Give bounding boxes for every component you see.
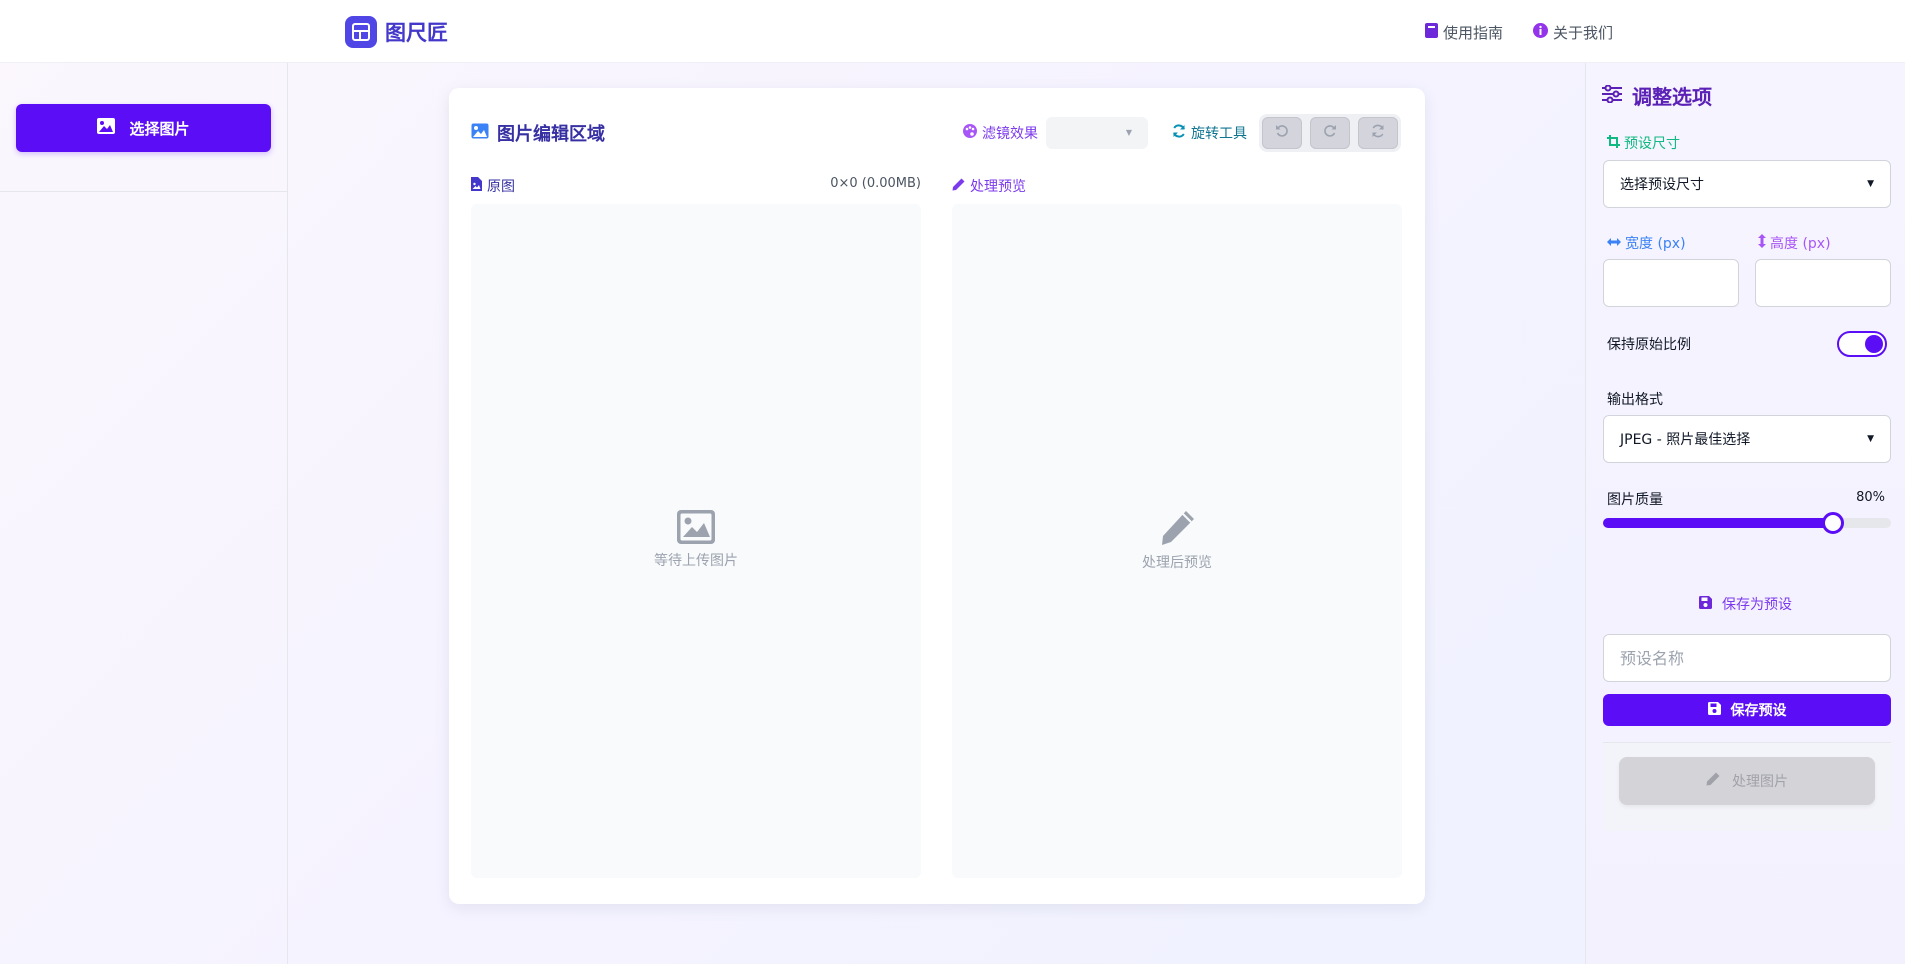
preview-label-text: 处理预览 <box>970 179 1026 195</box>
logo-grid-icon <box>345 16 377 48</box>
options-title-text: 调整选项 <box>1632 85 1712 109</box>
select-image-label: 选择图片 <box>129 119 190 138</box>
options-sidebar: 调整选项 预设尺寸 选择预设尺寸 ▼ 宽度 (px) 高度 (px) 保持原始比… <box>1585 63 1905 964</box>
preview-image-panel: 处理后预览 <box>952 204 1402 878</box>
output-format-label: 输出格式 <box>1607 392 1663 408</box>
save-as-preset-text: 保存为预设 <box>1722 597 1792 613</box>
preset-size-value: 选择预设尺寸 <box>1620 177 1704 193</box>
pencil-icon <box>952 178 965 195</box>
original-size-info: 0×0 (0.00MB) <box>830 176 921 191</box>
options-title: 调整选项 <box>1602 81 1712 110</box>
rotate-label-text: 旋转工具 <box>1191 126 1247 142</box>
arrows-vertical-icon <box>1758 234 1766 252</box>
select-image-button[interactable]: 选择图片 <box>16 104 271 152</box>
rotate-left-button[interactable] <box>1262 117 1302 149</box>
preset-name-input[interactable] <box>1603 634 1891 682</box>
editor-card: 图片编辑区域 滤镜效果 ▼ 旋转工具 原图 0×0 (0.00MB) 处理预览 … <box>449 88 1425 904</box>
info-icon <box>1533 23 1549 42</box>
original-label-text: 原图 <box>487 179 515 195</box>
reset-rotation-button[interactable] <box>1358 117 1398 149</box>
process-image-button[interactable]: 处理图片 <box>1619 757 1875 805</box>
rotate-left-icon <box>1275 124 1289 142</box>
image-icon <box>97 118 116 138</box>
editor-toolbar: 滤镜效果 ▼ 旋转工具 <box>963 114 1401 152</box>
output-format-select[interactable]: JPEG - 照片最佳选择 ▼ <box>1603 415 1891 463</box>
image-icon <box>471 123 489 144</box>
original-image-panel[interactable]: 等待上传图片 <box>471 204 921 878</box>
height-label-text: 高度 (px) <box>1770 236 1831 252</box>
crop-icon <box>1607 134 1620 152</box>
rotate-right-icon <box>1323 124 1337 142</box>
filter-select[interactable]: ▼ <box>1046 117 1148 149</box>
arrows-horizontal-icon <box>1607 235 1621 251</box>
left-sidebar: 选择图片 <box>0 63 288 964</box>
file-image-icon <box>471 177 482 195</box>
pencil-icon <box>1706 772 1720 790</box>
preset-size-select[interactable]: 选择预设尺寸 ▼ <box>1603 160 1891 208</box>
preset-size-label-text: 预设尺寸 <box>1624 136 1680 152</box>
preset-size-label: 预设尺寸 <box>1607 133 1680 153</box>
width-label: 宽度 (px) <box>1607 233 1686 253</box>
quality-label: 图片质量 <box>1607 492 1663 508</box>
preview-placeholder: 处理后预览 <box>952 510 1402 572</box>
top-header: 图尺匠 使用指南 关于我们 <box>0 0 1905 63</box>
palette-icon <box>963 124 977 142</box>
keep-ratio-toggle[interactable] <box>1837 331 1887 357</box>
sliders-icon <box>1602 84 1622 108</box>
rotate-label: 旋转工具 <box>1172 123 1247 143</box>
keep-ratio-label: 保持原始比例 <box>1607 337 1691 353</box>
output-format-value: JPEG - 照片最佳选择 <box>1620 432 1751 448</box>
editor-title-text: 图片编辑区域 <box>497 124 605 145</box>
save-as-preset-link[interactable]: 保存为预设 <box>1699 594 1792 614</box>
rotate-button-group <box>1259 114 1401 152</box>
quality-slider[interactable] <box>1603 512 1891 534</box>
chevron-down-icon: ▼ <box>1867 179 1874 189</box>
filter-label: 滤镜效果 <box>963 123 1038 143</box>
top-nav: 使用指南 关于我们 <box>1425 22 1613 43</box>
book-icon <box>1425 23 1438 42</box>
width-label-text: 宽度 (px) <box>1625 236 1686 252</box>
nav-about-label: 关于我们 <box>1553 24 1614 42</box>
width-input[interactable] <box>1603 259 1739 307</box>
nav-guide-link[interactable]: 使用指南 <box>1425 22 1503 43</box>
save-icon <box>1699 595 1712 613</box>
preview-label: 处理预览 <box>952 176 1026 196</box>
chevron-down-icon: ▼ <box>1125 128 1132 137</box>
rotate-right-button[interactable] <box>1310 117 1350 149</box>
app-name: 图尺匠 <box>385 21 448 45</box>
image-icon <box>471 510 921 544</box>
sidebar-divider <box>0 191 287 192</box>
quality-slider-thumb[interactable] <box>1822 512 1845 534</box>
save-icon <box>1707 701 1721 719</box>
save-preset-label: 保存预设 <box>1730 703 1787 719</box>
save-preset-button[interactable]: 保存预设 <box>1603 694 1891 726</box>
height-input[interactable] <box>1755 259 1891 307</box>
app-logo[interactable]: 图尺匠 <box>345 16 448 48</box>
original-placeholder: 等待上传图片 <box>471 510 921 570</box>
nav-guide-label: 使用指南 <box>1443 24 1504 42</box>
quality-slider-fill <box>1603 518 1834 528</box>
filter-label-text: 滤镜效果 <box>982 126 1038 142</box>
process-image-label: 处理图片 <box>1732 774 1788 790</box>
original-placeholder-text: 等待上传图片 <box>654 553 738 569</box>
sync-icon <box>1172 124 1186 142</box>
process-section: 处理图片 <box>1603 743 1891 831</box>
chevron-down-icon: ▼ <box>1867 434 1874 444</box>
original-label: 原图 <box>471 176 515 196</box>
pencil-icon <box>952 510 1402 546</box>
editor-title: 图片编辑区域 <box>471 120 605 146</box>
preview-placeholder-text: 处理后预览 <box>1142 555 1212 571</box>
nav-about-link[interactable]: 关于我们 <box>1533 22 1613 43</box>
toggle-knob <box>1865 335 1883 353</box>
quality-value: 80% <box>1856 490 1885 505</box>
height-label: 高度 (px) <box>1758 233 1831 253</box>
sync-icon <box>1371 124 1385 142</box>
